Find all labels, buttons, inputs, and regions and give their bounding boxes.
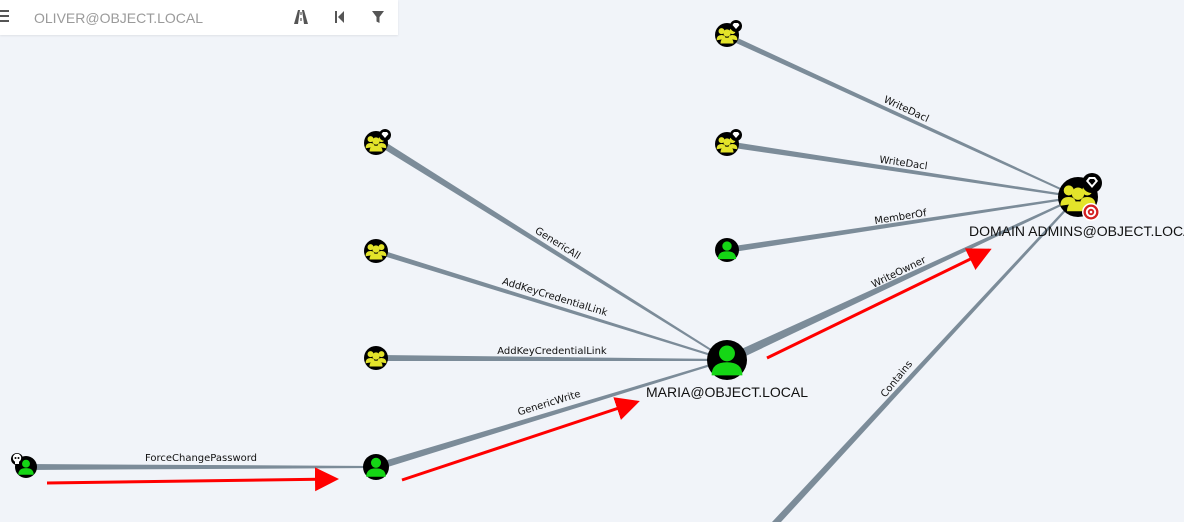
group-node-domain-admins[interactable]: DOMAIN ADMINS@OBJECT.LOCAL bbox=[969, 173, 1184, 239]
group-node-addkeycredentiallink-2[interactable] bbox=[364, 346, 388, 370]
filter-icon[interactable] bbox=[369, 9, 387, 25]
user-node[interactable] bbox=[363, 454, 389, 480]
edge-writedacl-1[interactable] bbox=[725, 33, 1078, 198]
attack-path-arrow-1 bbox=[46, 467, 339, 492]
attack-path-arrow-3 bbox=[766, 248, 992, 360]
skull-icon bbox=[11, 453, 23, 465]
graph-canvas[interactable]: ForceChangePassword GenericWrite Generic… bbox=[0, 0, 1184, 522]
search-toolbar bbox=[0, 0, 398, 35]
menu-icon[interactable] bbox=[0, 10, 10, 24]
diamond-icon bbox=[1082, 173, 1102, 193]
edge-genericwrite[interactable] bbox=[374, 359, 727, 470]
pathfinding-icon[interactable] bbox=[292, 9, 310, 25]
back-icon[interactable] bbox=[331, 9, 349, 25]
diamond-icon bbox=[730, 129, 742, 141]
target-icon bbox=[1082, 203, 1100, 221]
edge-forcechangepassword[interactable] bbox=[27, 464, 375, 470]
edge-label-addkeycredentiallink-1: AddKeyCredentialLink bbox=[501, 276, 609, 319]
node-label-maria: MARIA@OBJECT.LOCAL bbox=[646, 384, 808, 400]
diamond-icon bbox=[379, 129, 391, 141]
edge-label-forcechangepassword: ForceChangePassword bbox=[145, 453, 257, 464]
diamond-icon bbox=[730, 20, 742, 32]
node-label-domain-admins: DOMAIN ADMINS@OBJECT.LOCAL bbox=[969, 223, 1184, 239]
user-node-oliver[interactable] bbox=[11, 453, 37, 478]
group-node-genericall[interactable] bbox=[364, 129, 391, 155]
edge-writedacl-2[interactable] bbox=[727, 141, 1078, 198]
edge-genericall[interactable] bbox=[374, 138, 727, 361]
user-node-memberof[interactable] bbox=[715, 238, 739, 262]
edge-addkeycredentiallink-1[interactable] bbox=[375, 248, 727, 361]
edge-contains[interactable] bbox=[772, 196, 1078, 522]
edge-label-addkeycredentiallink-2: AddKeyCredentialLink bbox=[497, 346, 607, 357]
search-input[interactable] bbox=[34, 8, 264, 28]
group-node-writedacl-2[interactable] bbox=[715, 129, 742, 156]
group-node-addkeycredentiallink-1[interactable] bbox=[364, 239, 388, 263]
